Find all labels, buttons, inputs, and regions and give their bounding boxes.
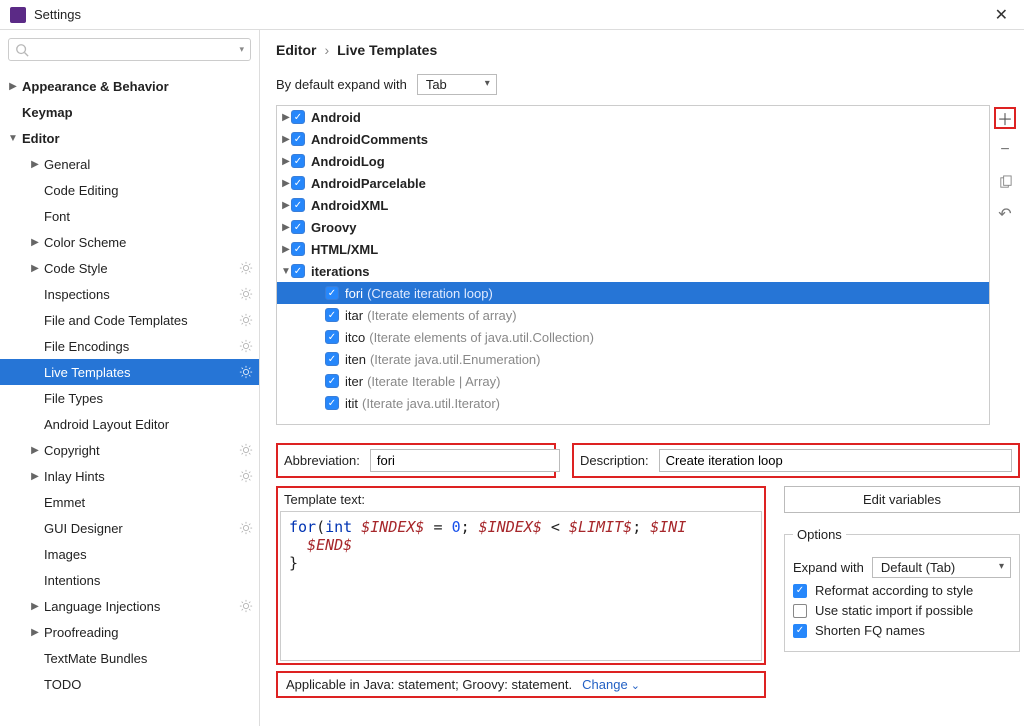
expand-with-combo[interactable]: Default (Tab)	[872, 557, 1011, 578]
description-label: Description:	[580, 453, 649, 468]
checkbox-icon[interactable]: ✓	[325, 352, 339, 366]
sidebar-item[interactable]: ▶Code Style	[0, 255, 259, 281]
sidebar-item[interactable]: Intentions	[0, 567, 259, 593]
sidebar-item[interactable]: ▶Proofreading	[0, 619, 259, 645]
undo-button[interactable]: ↶	[994, 203, 1016, 225]
template-row[interactable]: ✓itit(Iterate java.util.Iterator)	[277, 392, 989, 414]
breadcrumb: Editor›Live Templates	[276, 42, 1020, 58]
sidebar-item[interactable]: ▶Color Scheme	[0, 229, 259, 255]
template-row[interactable]: ▶✓AndroidComments	[277, 128, 989, 150]
settings-tree[interactable]: ▶Appearance & BehaviorKeymap▼Editor▶Gene…	[0, 69, 259, 726]
sidebar-item[interactable]: File Encodings	[0, 333, 259, 359]
template-text-editor[interactable]: for(int $INDEX$ = 0; $INDEX$ < $LIMIT$; …	[280, 511, 762, 661]
checkbox-icon[interactable]: ✓	[291, 220, 305, 234]
sidebar-item[interactable]: ▶General	[0, 151, 259, 177]
abbreviation-label: Abbreviation:	[284, 453, 360, 468]
template-row[interactable]: ✓fori(Create iteration loop)	[277, 282, 989, 304]
sidebar-item[interactable]: ▶Copyright	[0, 437, 259, 463]
template-row[interactable]: ▶✓Android	[277, 106, 989, 128]
sidebar-item[interactable]: Android Layout Editor	[0, 411, 259, 437]
add-button[interactable]: ＋	[994, 107, 1016, 129]
checkbox-icon[interactable]: ✓	[325, 374, 339, 388]
shorten-fq-checkbox[interactable]: ✓	[793, 624, 807, 638]
sidebar-item[interactable]: TextMate Bundles	[0, 645, 259, 671]
template-row[interactable]: ▶✓AndroidXML	[277, 194, 989, 216]
template-text-label: Template text:	[278, 488, 764, 511]
sidebar-item[interactable]: File Types	[0, 385, 259, 411]
template-row[interactable]: ✓iten(Iterate java.util.Enumeration)	[277, 348, 989, 370]
checkbox-icon[interactable]: ✓	[325, 308, 339, 322]
default-expand-combo[interactable]: Tab	[417, 74, 497, 95]
change-link[interactable]: Change	[582, 677, 640, 692]
checkbox-icon[interactable]: ✓	[291, 110, 305, 124]
sidebar-item[interactable]: Code Editing	[0, 177, 259, 203]
search-box[interactable]: ▾	[8, 38, 251, 61]
search-input[interactable]	[33, 42, 239, 57]
options-legend: Options	[793, 527, 846, 542]
sidebar-item[interactable]: GUI Designer	[0, 515, 259, 541]
sidebar-item[interactable]: Keymap	[0, 99, 259, 125]
checkbox-icon[interactable]: ✓	[291, 264, 305, 278]
search-dropdown-icon[interactable]: ▾	[239, 44, 244, 55]
sidebar-item[interactable]: File and Code Templates	[0, 307, 259, 333]
reformat-checkbox[interactable]: ✓	[793, 584, 807, 598]
sidebar-item[interactable]: Emmet	[0, 489, 259, 515]
sidebar-item[interactable]: ▶Language Injections	[0, 593, 259, 619]
static-import-checkbox[interactable]	[793, 604, 807, 618]
expand-with-label: Expand with	[793, 560, 864, 575]
template-row[interactable]: ✓itco(Iterate elements of java.util.Coll…	[277, 326, 989, 348]
checkbox-icon[interactable]: ✓	[291, 154, 305, 168]
checkbox-icon[interactable]: ✓	[325, 330, 339, 344]
sidebar-item[interactable]: ▶Appearance & Behavior	[0, 73, 259, 99]
checkbox-icon[interactable]: ✓	[291, 132, 305, 146]
search-icon	[15, 43, 29, 57]
sidebar-item[interactable]: Inspections	[0, 281, 259, 307]
template-row[interactable]: ▶✓AndroidParcelable	[277, 172, 989, 194]
template-row[interactable]: ▼✓iterations	[277, 260, 989, 282]
template-row[interactable]: ✓iter(Iterate Iterable | Array)	[277, 370, 989, 392]
applicable-label: Applicable in Java: statement; Groovy: s…	[286, 677, 572, 692]
sidebar-item[interactable]: Live Templates	[0, 359, 259, 385]
checkbox-icon[interactable]: ✓	[291, 242, 305, 256]
copy-button[interactable]	[994, 171, 1016, 193]
sidebar-item[interactable]: ▶Inlay Hints	[0, 463, 259, 489]
window-title: Settings	[34, 7, 989, 22]
sidebar-item[interactable]: TODO	[0, 671, 259, 697]
checkbox-icon[interactable]: ✓	[325, 396, 339, 410]
description-input[interactable]	[659, 449, 1012, 472]
edit-variables-button[interactable]: Edit variables	[784, 486, 1020, 513]
template-tree[interactable]: ▶✓Android▶✓AndroidComments▶✓AndroidLog▶✓…	[276, 105, 990, 425]
sidebar-item[interactable]: ▼Editor	[0, 125, 259, 151]
template-row[interactable]: ▶✓Groovy	[277, 216, 989, 238]
abbreviation-input[interactable]	[370, 449, 560, 472]
app-icon	[10, 7, 26, 23]
template-row[interactable]: ▶✓AndroidLog	[277, 150, 989, 172]
checkbox-icon[interactable]: ✓	[291, 176, 305, 190]
checkbox-icon[interactable]: ✓	[325, 286, 339, 300]
checkbox-icon[interactable]: ✓	[291, 198, 305, 212]
close-icon[interactable]: ✕	[989, 5, 1014, 25]
sidebar-item[interactable]: Images	[0, 541, 259, 567]
template-row[interactable]: ▶✓HTML/XML	[277, 238, 989, 260]
template-row[interactable]: ✓itar(Iterate elements of array)	[277, 304, 989, 326]
remove-button[interactable]: −	[994, 139, 1016, 161]
sidebar-item[interactable]: Font	[0, 203, 259, 229]
default-expand-label: By default expand with	[276, 77, 407, 92]
